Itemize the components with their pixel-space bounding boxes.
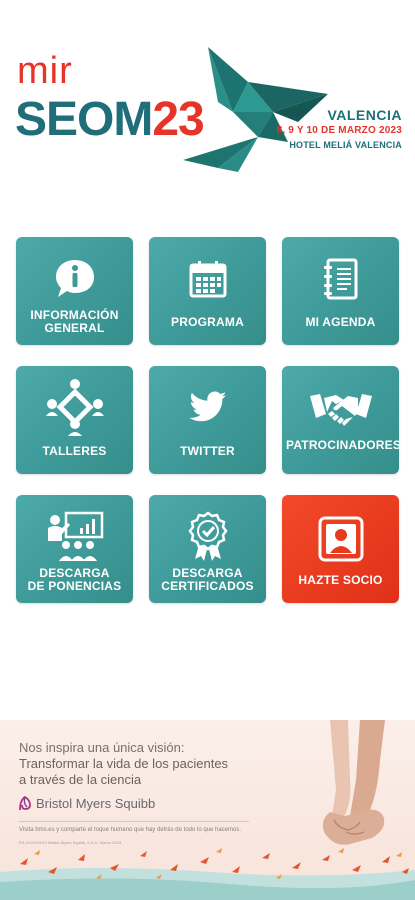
tile-label: DESCARGA DE PONENCIAS <box>20 567 129 593</box>
workshop-people-icon <box>16 378 133 436</box>
event-venue: HOTEL MELIÁ VALENCIA <box>289 140 402 150</box>
certificate-badge-icon <box>149 509 266 563</box>
tile-label: DESCARGA CERTIFICADOS <box>153 567 262 593</box>
tile-informacion-general[interactable]: INFORMACIÓN GENERAL <box>16 237 133 345</box>
sponsor-ad-banner[interactable]: Nos inspira una única visión: Transforma… <box>0 720 415 900</box>
event-city: VALENCIA <box>327 107 402 123</box>
tile-label-line: GENERAL <box>44 321 105 335</box>
tile-label-line: INFORMACIÓN <box>30 308 119 322</box>
bms-logo-mark-icon <box>19 795 31 811</box>
tile-label-line: PROGRAMA <box>171 315 244 329</box>
ad-headline: Nos inspira una única visión: <box>19 740 185 755</box>
tile-label: TALLERES <box>20 445 129 458</box>
tile-label: INFORMACIÓN GENERAL <box>20 309 129 335</box>
tile-descarga-certificados[interactable]: DESCARGA CERTIFICADOS <box>149 495 266 603</box>
origami-bird-logo-icon <box>183 47 328 172</box>
tile-label: MI AGENDA <box>286 316 395 329</box>
tile-label-line: DESCARGA <box>172 566 243 580</box>
tile-label-line: MI AGENDA <box>305 315 376 329</box>
ad-divider <box>19 821 249 822</box>
event-dates: 8, 9 Y 10 DE MARZO 2023 <box>276 125 402 136</box>
notebook-icon <box>282 255 399 303</box>
tile-twitter[interactable]: TWITTER <box>149 366 266 474</box>
decorative-birds-wave <box>0 848 415 900</box>
member-profile-icon <box>282 515 399 563</box>
info-speech-bubble-icon <box>16 255 133 303</box>
calendar-icon <box>149 255 266 303</box>
tile-label-line: TALLERES <box>42 444 107 458</box>
tile-label-line: TWITTER <box>180 444 235 458</box>
ad-tagline: Transformar la vida de los pacientes <box>19 756 229 771</box>
holding-hands-image <box>322 720 385 845</box>
ad-tagline: a través de la ciencia <box>19 772 142 787</box>
ad-footnote: Visita bms.es y comparte el toque humano… <box>19 827 242 833</box>
tile-descarga-ponencias[interactable]: DESCARGA DE PONENCIAS <box>16 495 133 603</box>
tile-programa[interactable]: PROGRAMA <box>149 237 266 345</box>
brand-logo-seom: SEOM23 <box>15 93 205 146</box>
app-header: mir SEOM23 VALENCIA 8, 9 Y 10 DE MARZO 2… <box>0 0 415 200</box>
tile-patrocinadores[interactable]: PATROCINADORES <box>282 366 399 474</box>
tile-label: HAZTE SOCIO <box>286 574 395 587</box>
tile-label: TWITTER <box>153 445 262 458</box>
tile-label-line: HAZTE SOCIO <box>298 573 383 587</box>
brand-logo-mir: mir <box>17 50 73 92</box>
tile-mi-agenda[interactable]: MI AGENDA <box>282 237 399 345</box>
bms-logo-text: Bristol Myers Squibb <box>36 795 156 811</box>
tile-talleres[interactable]: TALLERES <box>16 366 133 474</box>
tile-hazte-socio[interactable]: HAZTE SOCIO <box>282 495 399 603</box>
tile-label: PATROCINADORES <box>286 439 399 452</box>
tile-label-line: DESCARGA <box>39 566 110 580</box>
handshake-icon <box>282 386 399 434</box>
tile-label-line: DE PONENCIAS <box>27 579 122 593</box>
tile-label: PROGRAMA <box>153 316 262 329</box>
brand-logo-seom-text: SEOM <box>15 93 153 146</box>
tile-label-line: PATROCINADORES <box>286 438 399 452</box>
presentation-icon <box>16 509 133 563</box>
tile-label-line: CERTIFICADOS <box>161 579 254 593</box>
twitter-bird-icon <box>149 384 266 432</box>
bms-logo: Bristol Myers Squibb <box>18 795 155 811</box>
